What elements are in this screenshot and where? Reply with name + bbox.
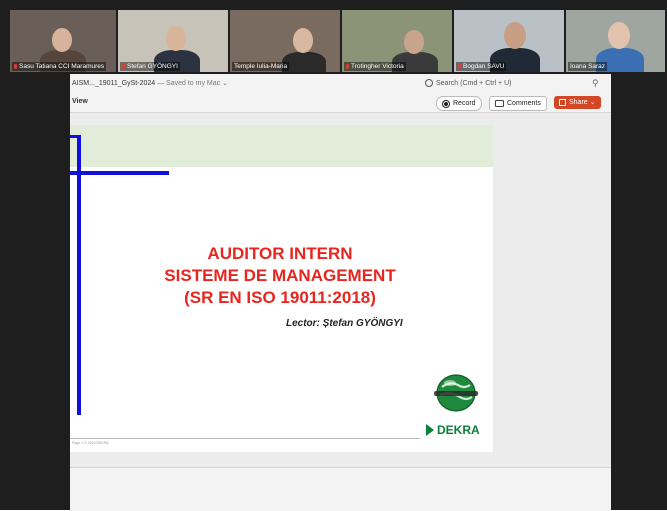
participant-tile[interactable]: Stefan GYÖNGYI	[118, 10, 228, 72]
search-box[interactable]: Search (Cmd + Ctrl + U)	[425, 79, 511, 87]
notes-area[interactable]	[70, 467, 611, 511]
participant-strip: Sasu Tatiana CCI Maramures Stefan GYÖNGY…	[10, 10, 667, 72]
person-head	[52, 28, 72, 52]
document-name: AISM..._19011_GySt-2024	[72, 80, 156, 87]
slide-footer-text: Page 1 © 2019 DEKRA	[72, 441, 109, 445]
title-line: (SR EN ISO 19011:2018)	[184, 288, 376, 307]
participant-name: Stefan GYÖNGYI	[120, 62, 180, 71]
participant-name: Temple Iulia-Maria	[232, 62, 290, 71]
dekra-arrow-icon	[426, 424, 434, 436]
participant-name: Ioana Saraz	[568, 62, 608, 71]
blue-accent-vertical	[77, 135, 81, 415]
slide[interactable]: AUDITOR INTERN SISTEME DE MANAGEMENT (SR…	[70, 125, 493, 452]
record-button[interactable]: Record	[436, 96, 482, 111]
shared-powerpoint-window: AISM..._19011_GySt-2024 — Saved to my Ma…	[70, 74, 611, 511]
participant-tile[interactable]: Trotingher Victoria	[342, 10, 452, 72]
slide-header-band	[70, 125, 493, 167]
dekra-logo-text: DEKRA	[437, 423, 480, 437]
comments-button[interactable]: Comments	[489, 96, 547, 111]
search-icon	[425, 79, 433, 87]
slide-title: AUDITOR INTERN SISTEME DE MANAGEMENT (SR…	[140, 243, 420, 309]
participant-tile[interactable]: Sasu Tatiana CCI Maramures	[10, 10, 116, 72]
share-icon	[559, 98, 566, 106]
search-placeholder: Search (Cmd + Ctrl + U)	[436, 79, 512, 87]
meeting-window: Sasu Tatiana CCI Maramures Stefan GYÖNGY…	[0, 0, 667, 511]
participant-name: Bogdan SAVU	[456, 62, 507, 71]
coauthoring-icon[interactable]: ⚲	[592, 78, 602, 88]
lector-text: Lector: Ștefan GYÖNGYI	[286, 318, 403, 329]
muted-mic-icon	[14, 63, 17, 69]
record-label: Record	[453, 100, 476, 107]
blue-accent-horizontal	[70, 171, 169, 175]
share-button[interactable]: Share ⌄	[554, 96, 601, 109]
tab-view[interactable]: View	[72, 98, 88, 105]
slide-canvas[interactable]: AUDITOR INTERN SISTEME DE MANAGEMENT (SR…	[70, 113, 611, 467]
comments-label: Comments	[507, 100, 541, 107]
title-line: SISTEME DE MANAGEMENT	[164, 266, 396, 285]
ribbon: View Record Comments Share ⌄	[70, 94, 611, 113]
participant-tile[interactable]: Ioana Saraz	[566, 10, 665, 72]
save-status: — Saved to my Mac ⌄	[155, 80, 228, 87]
muted-mic-icon	[122, 63, 125, 69]
dekra-logo: DEKRA	[426, 423, 480, 437]
title-bar: AISM..._19011_GySt-2024 — Saved to my Ma…	[70, 74, 611, 94]
slide-footer-line	[70, 438, 420, 439]
globe-logo-icon	[434, 374, 478, 412]
participant-tile[interactable]: Bogdan SAVU	[454, 10, 564, 72]
person-head	[293, 28, 313, 53]
record-icon	[442, 99, 450, 108]
muted-mic-icon	[346, 63, 349, 69]
title-line: AUDITOR INTERN	[207, 244, 353, 263]
comment-icon	[495, 99, 504, 107]
person-head	[404, 30, 424, 54]
participant-name: Sasu Tatiana CCI Maramures	[12, 62, 107, 71]
participant-name: Trotingher Victoria	[344, 62, 406, 71]
share-label: Share ⌄	[569, 99, 596, 106]
muted-mic-icon	[458, 63, 461, 69]
person-head	[608, 22, 630, 49]
person-head	[166, 26, 186, 51]
document-title[interactable]: AISM..._19011_GySt-2024 — Saved to my Ma…	[72, 79, 228, 87]
participant-tile[interactable]: Temple Iulia-Maria	[230, 10, 340, 72]
person-head	[504, 22, 526, 49]
